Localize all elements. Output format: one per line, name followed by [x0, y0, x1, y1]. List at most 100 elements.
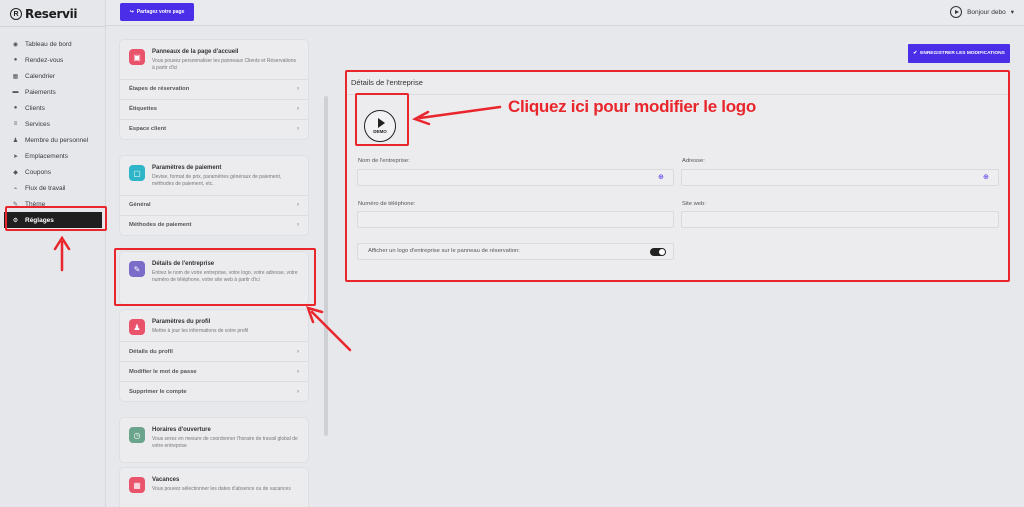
card-title: Vacances	[152, 477, 180, 483]
calendar-check-icon: ●	[13, 57, 18, 63]
settings-card-payment: ▢ Paramètres de paiement Devise, format …	[120, 156, 308, 235]
topbar: ↪ Partagez votre page Bonjour debo ▾	[106, 0, 1024, 26]
clock-icon: ◷	[129, 427, 145, 443]
card-title: Panneaux de la page d'accueil	[152, 49, 239, 55]
check-icon: ✔	[913, 51, 918, 56]
settings-panel: ▣ Panneaux de la page d'accueil Vous pou…	[106, 26, 330, 507]
phone-input[interactable]	[357, 211, 674, 228]
settings-card-homepage-panels: ▣ Panneaux de la page d'accueil Vous pou…	[120, 40, 308, 139]
settings-card-opening-hours[interactable]: ◷ Horaires d'ouverture Vous serez en mes…	[120, 418, 308, 462]
divider	[346, 94, 1010, 95]
workflow-icon: ⌁	[13, 185, 18, 192]
company-name-label: Nom de l'entreprise:	[358, 158, 410, 164]
card-title: Détails de l'entreprise	[152, 261, 215, 267]
settings-row-delete-account[interactable]: Supprimer le compte ›	[120, 381, 308, 401]
chevron-right-icon: ›	[297, 86, 299, 92]
card-description: Vous pouvez personnaliser les panneaux C…	[152, 58, 296, 72]
tag-icon: ◆	[13, 169, 18, 176]
show-logo-setting: Afficher un logo d'entreprise sur le pan…	[357, 243, 674, 260]
chevron-right-icon: ›	[297, 106, 299, 112]
sidebar-item-label: Membre du personnel	[25, 136, 89, 144]
website-input[interactable]	[681, 211, 999, 228]
panels-icon: ▣	[129, 49, 145, 65]
chevron-down-icon: ▾	[1010, 9, 1014, 16]
user-menu[interactable]: Bonjour debo ▾	[950, 6, 1014, 18]
sidebar-item-label: Services	[25, 120, 50, 128]
chevron-right-icon: ›	[297, 126, 299, 132]
app-name: Reservii	[25, 7, 78, 21]
settings-row-client-area[interactable]: Espace client ›	[120, 118, 308, 139]
settings-row-profile-details[interactable]: Détails du profil ›	[120, 341, 308, 361]
list-icon: ≡	[13, 121, 18, 127]
settings-scrollbar[interactable]	[324, 96, 328, 436]
card-description: Mettre à jour les informations de votre …	[152, 328, 249, 334]
sidebar-item-10[interactable]: ✎ Thème	[0, 196, 106, 212]
sidebar-item-3[interactable]: ▬ Paiements	[0, 84, 106, 100]
sidebar-item-4[interactable]: ● Clients	[0, 100, 106, 116]
gear-icon: ⚙	[12, 217, 19, 224]
settings-row-labels[interactable]: Étiquettes ›	[120, 98, 308, 119]
chevron-right-icon: ›	[297, 388, 299, 395]
calendar-icon: ▦	[12, 73, 19, 80]
share-page-button[interactable]: ↪ Partagez votre page	[120, 3, 194, 21]
sidebar-item-label: Flux de travail	[25, 184, 66, 192]
sidebar-item-label: Calendrier	[25, 72, 55, 80]
address-input[interactable]	[681, 169, 999, 186]
card-title: Paramètres du profil	[152, 319, 211, 325]
settings-card-holidays[interactable]: ▦ Vacances Vous pouvez sélectionner les …	[120, 468, 308, 507]
sidebar-item-label: Tableau de bord	[25, 40, 72, 48]
dashboard-icon: ◉	[12, 41, 19, 48]
play-icon	[377, 118, 385, 128]
location-arrow-icon: ➤	[12, 153, 19, 160]
users-icon: ●	[13, 105, 18, 111]
save-changes-button[interactable]: ✔ ENREGISTRER LES MODIFICATIONS	[908, 44, 1010, 63]
card-title: Paramètres de paiement	[152, 165, 222, 171]
settings-card-company-details[interactable]: ✎ Détails de l'entreprise Entrez le nom …	[120, 252, 308, 304]
sidebar: R Reservii ◉ Tableau de bord ● Rendez-vous ▦…	[0, 0, 106, 507]
sidebar-item-label: Paiements	[25, 88, 56, 96]
sidebar-item-1[interactable]: ● Rendez-vous	[0, 52, 106, 68]
card-title: Horaires d'ouverture	[152, 427, 211, 433]
app-logo[interactable]: R Reservii	[10, 7, 78, 21]
card-description: Vous serez en mesure de coordonner l'hor…	[152, 436, 298, 450]
card-description: Devise, format de prix, paramètres génér…	[152, 174, 282, 188]
show-logo-label: Afficher un logo d'entreprise sur le pan…	[368, 248, 520, 254]
settings-row-general[interactable]: Général ›	[120, 194, 308, 215]
sidebar-item-label: Thème	[25, 200, 46, 208]
show-logo-toggle[interactable]	[650, 248, 666, 256]
sidebar-nav: ◉ Tableau de bord ● Rendez-vous ▦ Calendrier ▬…	[0, 36, 106, 228]
sidebar-item-label: Rendez-vous	[25, 56, 64, 64]
settings-card-header: ▦ Vacances Vous pouvez sélectionner les …	[120, 468, 308, 499]
card-description: Vous pouvez sélectionner les dates d'abs…	[152, 486, 291, 492]
company-logo-upload[interactable]: DEMO	[364, 110, 396, 142]
company-name-input[interactable]	[357, 169, 674, 186]
chevron-right-icon: ›	[297, 348, 299, 355]
settings-card-header[interactable]: ▣ Panneaux de la page d'accueil Vous pou…	[120, 40, 308, 79]
globe-icon[interactable]: ⊕	[658, 173, 664, 181]
settings-card-header[interactable]: ♟ Paramètres du profil Mettre à jour les…	[120, 310, 308, 341]
settings-card-header[interactable]: ▢ Paramètres de paiement Devise, format …	[120, 156, 308, 195]
sidebar-item-8[interactable]: ◆ Coupons	[0, 164, 106, 180]
globe-icon[interactable]: ⊕	[983, 173, 989, 181]
avatar	[950, 6, 963, 18]
paint-icon: ✎	[129, 261, 145, 277]
settings-row-booking-steps[interactable]: Étapes de réservation ›	[120, 78, 308, 99]
settings-card-profile: ♟ Paramètres du profil Mettre à jour les…	[120, 310, 308, 402]
sidebar-item-7[interactable]: ➤ Emplacements	[0, 148, 106, 164]
sidebar-item-0[interactable]: ◉ Tableau de bord	[0, 36, 106, 52]
settings-row-payment-methods[interactable]: Méthodes de paiement ›	[120, 214, 308, 235]
sidebar-item-2[interactable]: ▦ Calendrier	[0, 68, 106, 84]
settings-row-change-password[interactable]: Modifier le mot de passe ›	[120, 361, 308, 381]
sidebar-item-5[interactable]: ≡ Services	[0, 116, 106, 132]
save-changes-label: ENREGISTRER LES MODIFICATIONS	[920, 51, 1005, 56]
reservii-logo-icon: R	[10, 8, 22, 20]
sidebar-item-label: Coupons	[25, 168, 52, 176]
logo-badge: DEMO	[373, 129, 387, 134]
section-title: Détails de l'entreprise	[351, 78, 423, 87]
sidebar-item-6[interactable]: ♟ Membre du personnel	[0, 132, 106, 148]
card-description: Entrez le nom de votre entreprise, votre…	[152, 270, 298, 284]
sidebar-item-label: Emplacements	[25, 152, 68, 160]
sidebar-item-9[interactable]: ⌁ Flux de travail	[0, 180, 106, 196]
share-page-label: Partagez votre page	[136, 9, 185, 15]
sidebar-item-11[interactable]: ⚙ Réglages	[4, 212, 102, 228]
